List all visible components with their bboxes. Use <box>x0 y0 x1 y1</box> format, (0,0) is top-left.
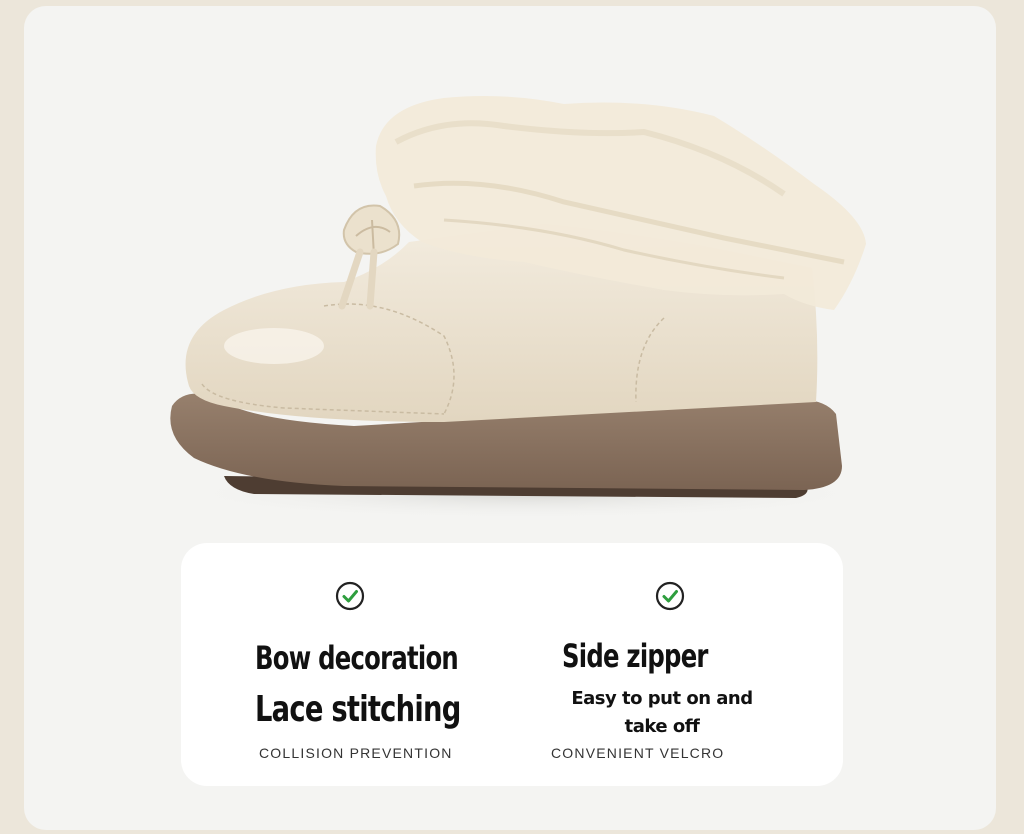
feature-caption-left: COLLISION PREVENTION <box>259 745 453 761</box>
feature-title-zipper: Side zipper <box>562 637 708 675</box>
feature-title-bow: Bow decoration <box>255 639 459 677</box>
feature-panel: Bow decoration Lace stitching COLLISION … <box>181 543 843 786</box>
product-image <box>164 96 884 520</box>
feature-subtitle-zipper: Easy to put on and take off <box>571 688 753 737</box>
feature-caption-right: CONVENIENT VELCRO <box>551 745 725 761</box>
check-circle-icon <box>655 581 685 611</box>
product-card: Bow decoration Lace stitching COLLISION … <box>24 6 996 830</box>
feature-title-lace: Lace stitching <box>255 689 461 730</box>
check-circle-icon <box>335 581 365 611</box>
